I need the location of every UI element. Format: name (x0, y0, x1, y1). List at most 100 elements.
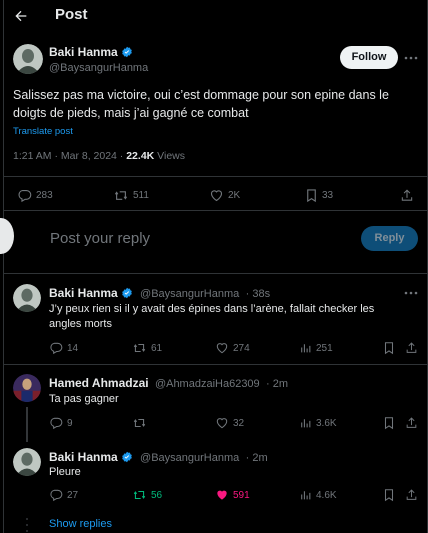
reply-action[interactable]: 27 (49, 488, 78, 502)
reply-author-name[interactable]: Hamed Ahmadzai @AhmadzaiHa62309 · 2m (49, 376, 288, 390)
views-action[interactable]: 251 (299, 341, 333, 355)
reply-author-handle[interactable]: @BaysangurHanma (140, 288, 239, 300)
views-action[interactable]: 3.6K (299, 416, 337, 430)
views-icon (301, 491, 311, 500)
post-page: Post Baki Hanma @BaysangurHanma Follow S… (0, 0, 428, 533)
more-options-icon[interactable] (404, 290, 418, 296)
like-icon (210, 190, 223, 202)
page-title: Post (55, 6, 88, 23)
views-icon (301, 419, 311, 428)
reply-count: 14 (67, 342, 79, 354)
repost-count: 61 (151, 342, 163, 354)
back-arrow-icon[interactable] (13, 8, 29, 24)
reply-author-name[interactable]: Baki Hanma @BaysangurHanma · 2m (49, 450, 268, 464)
repost-action[interactable]: 56 (132, 488, 162, 502)
reply-author-name[interactable]: Baki Hanma @BaysangurHanma · 38s (49, 286, 270, 300)
like-icon (216, 418, 228, 429)
divider (4, 364, 427, 365)
like-action[interactable]: 32 (215, 416, 244, 430)
author-avatar[interactable] (13, 44, 43, 74)
views-count: 251 (316, 342, 333, 354)
show-replies-link[interactable]: Show replies (49, 518, 112, 530)
author-handle[interactable]: @BaysangurHanma (49, 62, 148, 74)
translate-link[interactable]: Translate post (13, 126, 73, 137)
author-name-text[interactable]: Baki Hanma (49, 45, 118, 59)
bookmark-icon (307, 189, 316, 203)
reply-icon (50, 342, 63, 355)
reply-text: Ta pas gagner (49, 393, 119, 405)
like-action[interactable]: 2K (209, 188, 240, 203)
repost-action[interactable]: 511 (113, 188, 149, 203)
views-action[interactable]: 4.6K (299, 488, 337, 502)
reply-action[interactable]: 283 (17, 188, 53, 203)
like-count: 2K (228, 190, 241, 201)
follow-button[interactable]: Follow (340, 46, 398, 69)
reply-author-name-text[interactable]: Baki Hanma (49, 450, 118, 464)
thread-dots-icon (26, 518, 28, 532)
verified-badge-icon (121, 451, 132, 463)
share-icon[interactable] (405, 488, 418, 502)
repost-count: 511 (133, 190, 149, 201)
views-icon (301, 344, 311, 353)
reply-avatar[interactable] (13, 448, 41, 476)
author-name[interactable]: Baki Hanma (49, 45, 133, 59)
like-count: 274 (233, 342, 250, 354)
reply-button[interactable]: Reply (361, 226, 418, 251)
page-header: Post (0, 0, 428, 34)
repost-action[interactable] (132, 416, 151, 430)
share-icon[interactable] (405, 341, 418, 355)
reply-author-name-text[interactable]: Hamed Ahmadzai (49, 376, 149, 390)
post-timestamp[interactable]: 1:21 AM · Mar 8, 2024 · (13, 150, 126, 162)
repost-icon (133, 343, 146, 353)
bookmark-icon[interactable] (383, 416, 395, 430)
post-meta: 1:21 AM · Mar 8, 2024 · 22.4K Views (13, 150, 185, 162)
left-border (3, 0, 4, 533)
reply-avatar[interactable] (13, 374, 41, 402)
reply-count: 283 (36, 190, 53, 201)
reply-icon (50, 417, 63, 430)
reply-text: Pleure (49, 466, 81, 478)
like-action[interactable]: 591 (215, 488, 250, 502)
reply-input[interactable]: Post your reply (50, 230, 150, 247)
divider (4, 210, 427, 211)
share-icon[interactable] (405, 416, 418, 430)
reply-avatar[interactable] (13, 284, 41, 312)
like-icon (216, 343, 228, 354)
thread-connector (26, 407, 28, 442)
current-user-avatar[interactable] (0, 218, 14, 254)
repost-icon (133, 490, 146, 500)
divider (4, 176, 427, 177)
reply-author-handle[interactable]: @BaysangurHanma (140, 452, 239, 464)
verified-badge-icon (121, 46, 132, 58)
like-count: 591 (233, 489, 250, 501)
bookmark-icon[interactable] (383, 488, 395, 502)
post-text: Salissez pas ma victoire, oui c’est domm… (13, 88, 389, 120)
reply-time[interactable]: · 2m (266, 378, 288, 390)
reply-count: 27 (67, 489, 79, 501)
like-count: 32 (233, 417, 245, 429)
reply-action[interactable]: 14 (49, 341, 78, 355)
repost-count: 56 (151, 489, 163, 501)
like-action[interactable]: 274 (215, 341, 250, 355)
reply-author-name-text[interactable]: Baki Hanma (49, 286, 118, 300)
bookmark-count: 33 (322, 190, 334, 201)
views-count: 22.4K (126, 150, 155, 162)
reply-time[interactable]: · 38s (246, 288, 270, 300)
reply-icon (18, 189, 32, 203)
bookmark-icon[interactable] (383, 341, 395, 355)
reply-time[interactable]: · 2m (246, 452, 268, 464)
verified-badge-icon (121, 287, 132, 299)
repost-action[interactable]: 61 (132, 341, 162, 355)
reply-count: 9 (67, 417, 73, 429)
reply-action[interactable]: 9 (49, 416, 73, 430)
bookmark-action[interactable]: 33 (305, 188, 333, 203)
repost-icon (114, 191, 128, 200)
views-label: Views (154, 150, 185, 162)
like-filled-icon (217, 490, 227, 500)
divider (4, 273, 427, 274)
more-options-icon[interactable] (404, 55, 418, 61)
share-icon[interactable] (400, 188, 414, 203)
reply-author-handle[interactable]: @AhmadzaiHa62309 (155, 378, 260, 390)
reply-text: J’y peux rien si il y avait des épines d… (49, 303, 375, 330)
views-count: 3.6K (316, 417, 337, 429)
